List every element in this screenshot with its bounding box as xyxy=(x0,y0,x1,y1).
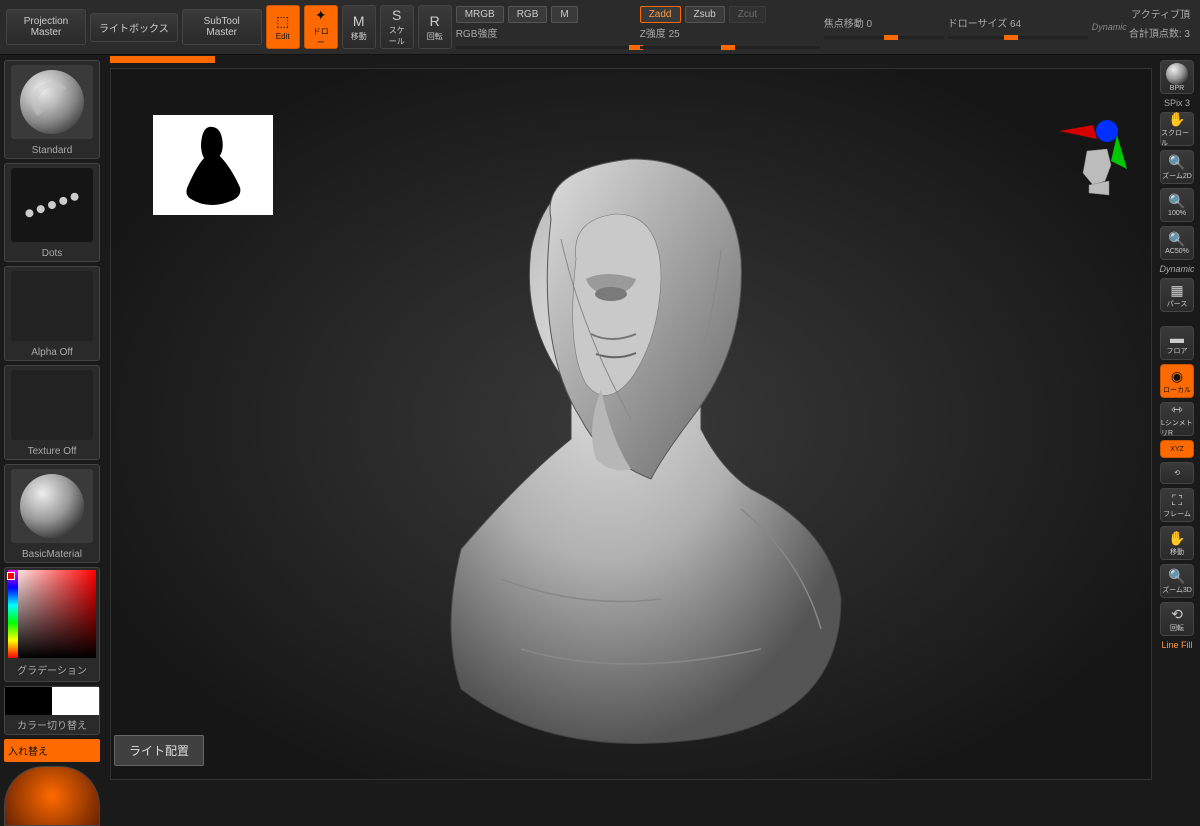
stroke-icon xyxy=(11,168,93,242)
move-icon: M xyxy=(353,13,365,29)
zcut-button[interactable]: Zcut xyxy=(729,6,766,23)
active-tab-indicator xyxy=(110,56,215,63)
drawsize-label: ドローサイズ 64 xyxy=(948,15,1088,30)
magnifier-icon: 🔍 xyxy=(1168,231,1185,248)
rgb-intensity-label: RGB強度 xyxy=(456,25,636,40)
dynamic-label: Dynamic xyxy=(1092,22,1127,32)
color-swatches[interactable]: カラー切り替え xyxy=(4,686,100,735)
scale-icon: S xyxy=(392,7,401,23)
rotate-icon: R xyxy=(430,13,440,29)
half-size-button[interactable]: 🔍AC50% xyxy=(1160,226,1194,260)
floor-button[interactable]: ▬フロア xyxy=(1160,326,1194,360)
mrgb-group: MRGB RGB M RGB強度 xyxy=(456,6,636,49)
scroll-button[interactable]: ✋スクロール xyxy=(1160,112,1194,146)
material-selector[interactable]: BasicMaterial xyxy=(4,464,100,563)
left-palette: Standard Dots Alpha Off Texture Off Basi… xyxy=(4,60,100,826)
linefill-label: Line Fill xyxy=(1161,640,1192,650)
alpha-icon xyxy=(11,271,93,341)
edit-button[interactable]: ⬚Edit xyxy=(266,5,300,49)
edit-icon: ⬚ xyxy=(276,13,289,30)
m-button[interactable]: M xyxy=(551,6,577,23)
zoom-icon: 🔍 xyxy=(1168,568,1185,585)
symmetry-icon: ⇿ xyxy=(1171,401,1183,418)
hand-icon: ✋ xyxy=(1168,530,1185,547)
scale-button[interactable]: Sスケール xyxy=(380,5,414,49)
silhouette-icon xyxy=(178,120,248,210)
actual-size-button[interactable]: 🔍100% xyxy=(1160,188,1194,222)
zoom2d-button[interactable]: 🔍ズーム2D xyxy=(1160,150,1194,184)
magnifier-icon: 🔍 xyxy=(1168,193,1185,210)
top-toolbar: Projection Master ライトボックス SubTool Master… xyxy=(0,0,1200,55)
tooltip: ライト配置 xyxy=(114,735,204,766)
texture-icon xyxy=(11,370,93,440)
brush-selector[interactable]: Standard xyxy=(4,60,100,159)
material-icon xyxy=(11,469,93,543)
tool-preview[interactable] xyxy=(4,766,100,826)
z-intensity-slider[interactable] xyxy=(640,46,820,49)
perspective-button[interactable]: ▦パース xyxy=(1160,278,1194,312)
zsub-button[interactable]: Zsub xyxy=(685,6,725,23)
grid-icon: ▦ xyxy=(1170,282,1183,299)
rotate-icon: ⟲ xyxy=(1171,606,1183,623)
focal-label: 焦点移動 0 xyxy=(824,15,944,30)
hand-icon: ✋ xyxy=(1168,111,1185,128)
color-picker[interactable]: グラデーション xyxy=(4,567,100,682)
rgb-button[interactable]: RGB xyxy=(508,6,548,23)
lightbox-button[interactable]: ライトボックス xyxy=(90,13,178,42)
local-icon: ◉ xyxy=(1171,368,1183,385)
alpha-selector[interactable]: Alpha Off xyxy=(4,266,100,361)
z-intensity-label: Z強度 25 xyxy=(640,25,820,40)
projection-master-button[interactable]: Projection Master xyxy=(6,9,86,45)
swatch-white[interactable] xyxy=(52,687,99,715)
nav-gizmo[interactable] xyxy=(1049,115,1139,205)
shadow-thumbnail xyxy=(153,115,273,215)
right-palette: BPR SPix 3 ✋スクロール 🔍ズーム2D 🔍100% 🔍AC50% Dy… xyxy=(1158,60,1196,650)
stats-readout: アクティブ頂 合計頂点数: 3 xyxy=(1129,6,1190,44)
frame-button[interactable]: ⛶フレーム xyxy=(1160,488,1194,522)
viewport[interactable] xyxy=(110,68,1152,780)
brush-icon xyxy=(11,65,93,139)
symmetry-button[interactable]: ⇿LシンメトリR xyxy=(1160,402,1194,436)
drawsize-slider[interactable] xyxy=(948,36,1088,39)
swatch-black[interactable] xyxy=(5,687,52,715)
rgb-intensity-slider[interactable] xyxy=(456,46,636,49)
mrgb-button[interactable]: MRGB xyxy=(456,6,504,23)
draw-button[interactable]: ✦ドロー xyxy=(304,5,338,49)
drawsize-group: ドローサイズ 64 xyxy=(948,15,1088,39)
draw-icon: ✦ xyxy=(315,7,327,24)
z-group: Zadd Zsub Zcut Z強度 25 xyxy=(640,6,820,49)
rotate-button[interactable]: R回転 xyxy=(418,5,452,49)
local-button[interactable]: ◉ローカル xyxy=(1160,364,1194,398)
dynamic-label: Dynamic xyxy=(1159,264,1194,274)
subtool-master-button[interactable]: SubTool Master xyxy=(182,9,262,45)
zoom3d-button[interactable]: 🔍ズーム3D xyxy=(1160,564,1194,598)
rotate3d-button[interactable]: ⟲回転 xyxy=(1160,602,1194,636)
move3d-button[interactable]: ✋移動 xyxy=(1160,526,1194,560)
floor-icon: ▬ xyxy=(1170,330,1184,346)
move-button[interactable]: M移動 xyxy=(342,5,376,49)
stroke-selector[interactable]: Dots xyxy=(4,163,100,262)
texture-selector[interactable]: Texture Off xyxy=(4,365,100,460)
focal-group: 焦点移動 0 xyxy=(824,15,944,39)
frame-icon: ⛶ xyxy=(1172,492,1182,509)
zadd-button[interactable]: Zadd xyxy=(640,6,681,23)
spix-label: SPix 3 xyxy=(1164,98,1190,108)
swap-colors-button[interactable]: 入れ替え xyxy=(4,739,100,762)
zoom-icon: 🔍 xyxy=(1168,154,1185,171)
focal-slider[interactable] xyxy=(824,36,944,39)
frame-rotate-button[interactable]: ⟲ xyxy=(1160,462,1194,484)
bpr-button[interactable]: BPR xyxy=(1160,60,1194,94)
xyz-button[interactable]: XYZ xyxy=(1160,440,1194,458)
sculpt-model xyxy=(401,129,861,769)
rotate-icon: ⟲ xyxy=(1174,469,1180,477)
